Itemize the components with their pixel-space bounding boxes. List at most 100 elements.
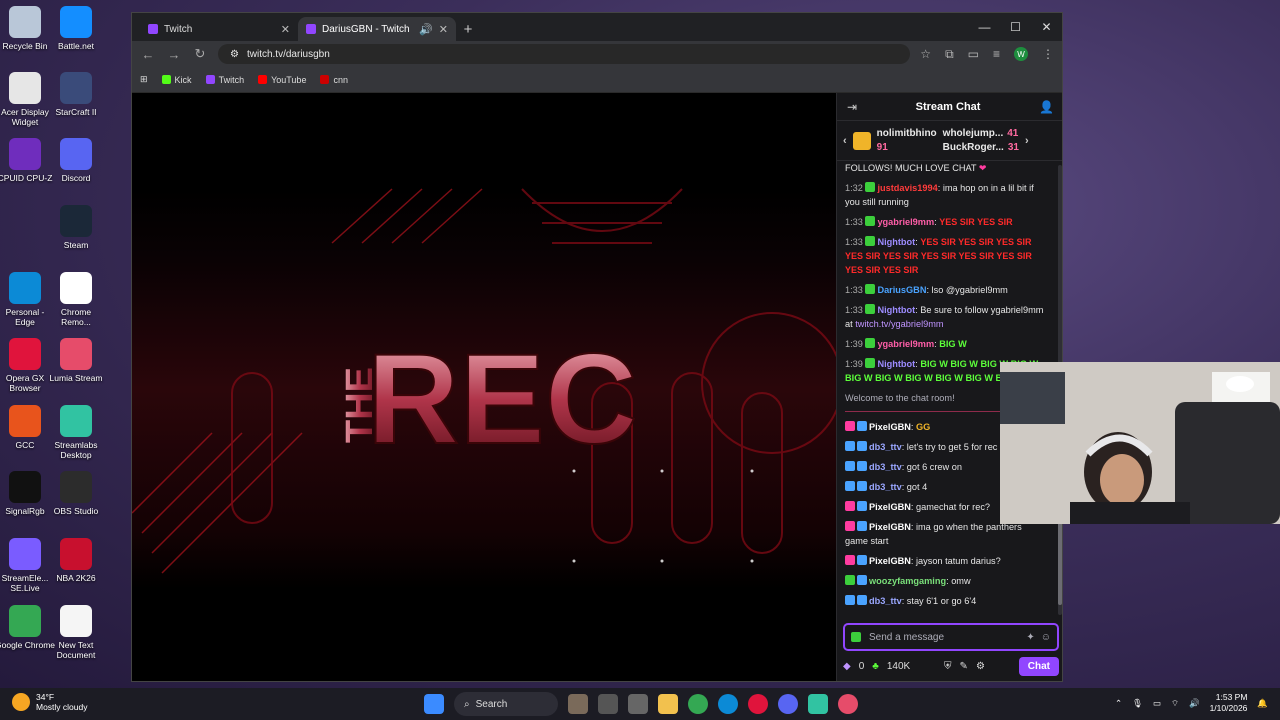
subscriber-badge-icon: [857, 461, 867, 471]
streamelements-icon: [9, 538, 41, 570]
message-link[interactable]: twitch.tv/ygabriel9mm: [855, 319, 943, 329]
streamlabs-taskbar-icon[interactable]: [808, 694, 828, 714]
apps-icon[interactable]: ⊞: [140, 74, 148, 85]
clock[interactable]: 1:53 PM 1/10/2026: [1210, 692, 1248, 714]
stream-video[interactable]: THE REC: [132, 93, 836, 681]
leader-name[interactable]: nolimitbhino: [877, 128, 937, 139]
message-text: : stay 6'1 or go 6'4: [901, 596, 977, 606]
chat-message: 1:33 ygabriel9mm: YES SIR YES SIR: [845, 215, 1047, 229]
chevron-right-icon[interactable]: ›: [1025, 135, 1029, 147]
message-username[interactable]: woozyfamgaming: [869, 576, 946, 586]
message-username[interactable]: db3_ttv: [869, 482, 902, 492]
desktop-icon[interactable]: New Text Document: [46, 605, 106, 660]
message-username[interactable]: justdavis1994: [877, 183, 937, 193]
pencil-icon[interactable]: ✎: [960, 661, 968, 672]
discord-taskbar-icon[interactable]: [778, 694, 798, 714]
forward-icon[interactable]: →: [166, 47, 182, 62]
message-username[interactable]: Nightbot: [877, 359, 915, 369]
bookmark-twitch[interactable]: Twitch: [205, 75, 244, 85]
bits-cheer-icon[interactable]: ✦: [1026, 632, 1034, 643]
tab-twitch[interactable]: Twitch ✕: [140, 17, 298, 41]
kick-icon: [161, 75, 171, 84]
message-username[interactable]: DariusGBN: [877, 285, 926, 295]
channel-points-icon[interactable]: ♣: [872, 661, 879, 672]
desktop-icon[interactable]: Steam: [46, 205, 106, 250]
minimize-icon[interactable]: —: [969, 13, 1000, 41]
message-text: : let's try to get 5 for rec: [901, 442, 998, 452]
chat-message: 1:33 Nightbot: YES SIR YES SIR YES SIR Y…: [845, 235, 1047, 277]
microphone-icon[interactable]: 🎙: [1132, 698, 1143, 709]
emote-picker-icon[interactable]: ☺: [1041, 632, 1051, 643]
media-icon[interactable]: ≡: [993, 47, 1000, 61]
message-username[interactable]: PixelGBN: [869, 522, 911, 532]
message-username[interactable]: PixelGBN: [869, 422, 911, 432]
volume-icon[interactable]: 🔊: [1189, 698, 1200, 709]
leader-name[interactable]: BuckRoger...: [943, 142, 1004, 153]
message-username[interactable]: Nightbot: [877, 305, 915, 315]
settings-gear-icon[interactable]: ⚙: [976, 661, 985, 672]
bookmark-star-icon[interactable]: ☆: [920, 47, 931, 61]
menu-icon[interactable]: ⋮: [1042, 47, 1054, 61]
desktop-icon[interactable]: Battle.net: [46, 6, 106, 51]
tab-dariusgbn[interactable]: DariusGBN - Twitch 🔊 ✕: [298, 17, 456, 41]
message-username[interactable]: db3_ttv: [869, 596, 902, 606]
file-explorer-icon[interactable]: [658, 694, 678, 714]
message-username[interactable]: PixelGBN: [869, 556, 911, 566]
bookmark-kick[interactable]: Kick: [161, 75, 192, 85]
message-username[interactable]: Nightbot: [877, 237, 915, 247]
message-username[interactable]: db3_ttv: [869, 462, 902, 472]
cast-icon[interactable]: ▭: [968, 47, 979, 61]
desktop-icon[interactable]: Streamlabs Desktop: [46, 405, 106, 460]
desktop-icon[interactable]: NBA 2K26: [46, 538, 106, 583]
desktop-icon[interactable]: StarCraft II: [46, 72, 106, 117]
taskbar-search[interactable]: ⌕ Search: [454, 692, 558, 716]
snipping-icon[interactable]: [628, 694, 648, 714]
close-tab-icon[interactable]: ✕: [281, 23, 290, 36]
message-username[interactable]: db3_ttv: [869, 442, 902, 452]
new-tab-button[interactable]: +: [456, 17, 480, 41]
widgets-icon[interactable]: [568, 694, 588, 714]
collapse-chat-icon[interactable]: ⇥: [847, 100, 857, 114]
chat-send-button[interactable]: Chat: [1018, 656, 1059, 676]
opera-gx-taskbar-icon[interactable]: [748, 694, 768, 714]
url-field[interactable]: ⚙ twitch.tv/dariusgbn: [218, 44, 911, 64]
chevron-left-icon[interactable]: ‹: [843, 135, 847, 147]
profile-avatar[interactable]: W: [1014, 47, 1028, 61]
desktop-icon[interactable]: Discord: [46, 138, 106, 183]
desktop-icon[interactable]: OBS Studio: [46, 471, 106, 516]
display-icon[interactable]: ▭: [1153, 698, 1161, 709]
wifi-icon[interactable]: ⌔: [1171, 698, 1179, 709]
notifications-icon[interactable]: 🔔: [1257, 698, 1268, 709]
task-view-icon[interactable]: [598, 694, 618, 714]
lumia-taskbar-icon[interactable]: [838, 694, 858, 714]
desktop-icon[interactable]: Chrome Remo...: [46, 272, 106, 327]
reload-icon[interactable]: ↻: [192, 46, 208, 62]
speaker-icon[interactable]: 🔊: [419, 23, 433, 36]
chrome-taskbar-icon[interactable]: [688, 694, 708, 714]
chat-message: 1:39 ygabriel9mm: BIG W: [845, 337, 1047, 351]
edge-taskbar-icon[interactable]: [718, 694, 738, 714]
close-window-icon[interactable]: ✕: [1031, 13, 1062, 41]
bookmark-youtube[interactable]: YouTube: [258, 75, 306, 85]
message-timestamp: 1:33: [845, 285, 866, 295]
bookmark-cnn[interactable]: cnn: [320, 75, 348, 85]
leader-name[interactable]: wholejump...: [943, 128, 1004, 139]
chat-input[interactable]: Send a message ✦ ☺: [843, 623, 1059, 651]
message-username[interactable]: ygabriel9mm: [877, 339, 934, 349]
desktop-icon-label: Streamlabs Desktop: [54, 440, 98, 460]
chevron-up-icon[interactable]: ⌃: [1115, 698, 1122, 709]
site-info-icon[interactable]: ⚙: [230, 49, 239, 60]
shield-icon[interactable]: ⛨: [944, 661, 952, 672]
nba2k-icon: [60, 538, 92, 570]
bits-icon[interactable]: ◆: [843, 661, 851, 672]
back-icon[interactable]: ←: [140, 47, 156, 62]
start-icon[interactable]: [424, 694, 444, 714]
message-username[interactable]: PixelGBN: [869, 502, 911, 512]
close-tab-icon[interactable]: ✕: [439, 23, 448, 36]
extensions-icon[interactable]: ⧉: [945, 47, 954, 62]
maximize-icon[interactable]: ☐: [1000, 13, 1031, 41]
weather-widget[interactable]: 34°F Mostly cloudy: [12, 692, 88, 712]
desktop-icon[interactable]: Lumia Stream: [46, 338, 106, 383]
community-icon[interactable]: 👤: [1039, 100, 1054, 114]
message-username[interactable]: ygabriel9mm: [877, 217, 934, 227]
